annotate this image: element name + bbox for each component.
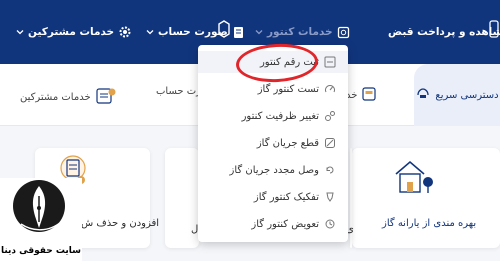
gear-icon xyxy=(118,25,132,39)
menu-item-label: قطع جریان گاز xyxy=(256,137,319,149)
menu-item-label: تفکیک کنتور گاز xyxy=(253,191,319,203)
village-house-icon xyxy=(390,156,436,200)
nav-item-meter-services[interactable]: خدمات کنتور xyxy=(255,22,351,42)
menu-item-label: تغییر ظرفیت کنتور xyxy=(241,110,319,122)
menu-item-replace-meter[interactable]: تعویض کنتور گاز xyxy=(198,213,348,235)
chevron-down-icon xyxy=(16,28,24,36)
watermark-logo: سایت حقوقی دینا xyxy=(0,178,82,261)
nav-item-label: مشاهده و پرداخت قبض xyxy=(388,26,500,38)
menu-item-cut-gas[interactable]: قطع جریان گاز xyxy=(198,132,348,154)
menu-item-change-capacity[interactable]: تغییر ظرفیت کنتور xyxy=(198,105,348,127)
tab-quick-access[interactable]: دسترسی سریع xyxy=(414,64,500,126)
menu-item-label: تست کنتور گاز xyxy=(257,83,319,95)
replace-meter-icon xyxy=(324,218,336,230)
menu-item-reconnect-gas[interactable]: وصل مجدد جریان گاز xyxy=(198,159,348,181)
chevron-down-icon xyxy=(255,28,263,36)
nav-item-subscriber-services[interactable]: خدمات مشترکین xyxy=(16,22,132,42)
invoice-icon xyxy=(232,25,246,39)
menu-item-label: تعویض کنتور گاز xyxy=(251,218,319,230)
logo-icon xyxy=(217,20,231,38)
card-partial-1[interactable]: ل xyxy=(165,148,199,248)
cut-off-icon xyxy=(324,137,336,149)
nav-item-bills[interactable]: مشاهده و پرداخت قبض xyxy=(388,22,500,42)
subbar-item-meter[interactable]: خد xyxy=(346,86,377,105)
nav-item-label: خدمات مشترکین xyxy=(28,26,115,38)
meter-icon xyxy=(337,25,351,39)
card-gas-subsidy[interactable]: بهره مندی از یارانه گاز xyxy=(352,148,500,248)
meter-reading-icon xyxy=(324,56,336,68)
gauge-test-icon xyxy=(324,83,336,95)
subscriber-services-icon xyxy=(95,86,117,109)
chevron-down-icon xyxy=(146,28,154,36)
capacity-icon xyxy=(324,110,336,122)
quick-access-icon xyxy=(415,85,431,105)
tab-label: دسترسی سریع xyxy=(435,89,499,101)
card-label: بهره مندی از یارانه گاز xyxy=(382,218,477,229)
watermark-text: سایت حقوقی دینا xyxy=(0,246,82,256)
menu-item-split-meter[interactable]: تفکیک کنتور گاز xyxy=(198,186,348,208)
menu-item-label: وصل مجدد جریان گاز xyxy=(229,164,319,176)
meter-tab-icon xyxy=(361,86,377,105)
menu-edge-icon[interactable] xyxy=(486,18,500,40)
nav-item-label: خدمات کنتور xyxy=(267,26,333,38)
subbar-item-label: خدمات مشترکین xyxy=(20,92,91,103)
split-meter-icon xyxy=(324,191,336,203)
reconnect-icon xyxy=(324,164,336,176)
subbar-item-subscriber-services[interactable]: خدمات مشترکین xyxy=(20,86,117,109)
card-partial-2: ی xyxy=(346,148,354,248)
card-label: افزودن و حذف ش xyxy=(81,218,160,229)
pen-nib-logo-icon xyxy=(11,178,71,244)
